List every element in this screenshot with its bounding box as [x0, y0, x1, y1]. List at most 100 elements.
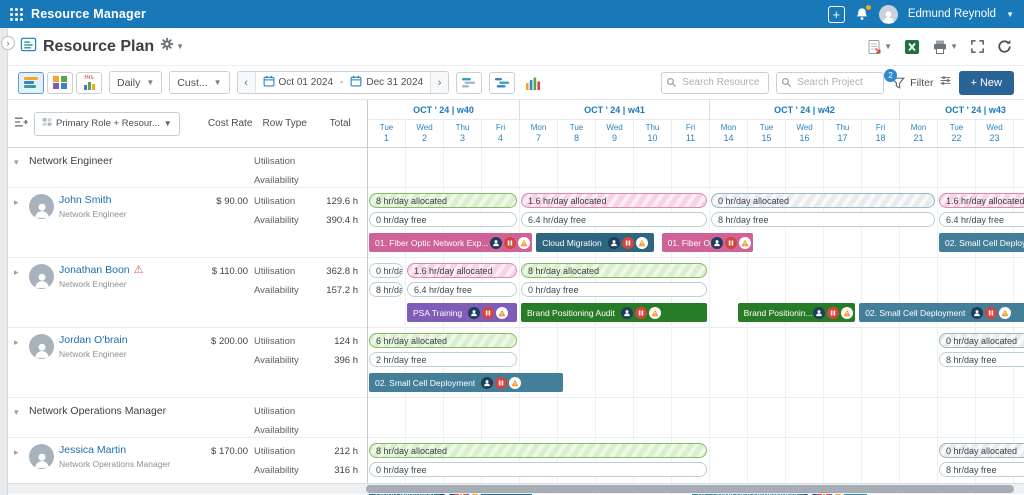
- chevron-down-icon[interactable]: ▼: [176, 42, 184, 51]
- day-header-cell[interactable]: Fri18: [862, 120, 900, 147]
- collapse-icon[interactable]: ▾: [14, 404, 24, 437]
- expand-icon[interactable]: ▸: [14, 264, 24, 327]
- day-header-cell[interactable]: Fri11: [672, 120, 710, 147]
- search-resource-input[interactable]: [661, 72, 769, 94]
- util-bar[interactable]: 8 hr/day allocated: [521, 263, 707, 278]
- chevron-down-icon[interactable]: ▼: [1006, 10, 1014, 19]
- date-from-field[interactable]: Oct 01 2024: [256, 75, 340, 90]
- new-button[interactable]: + New: [959, 71, 1015, 95]
- day-header-cell[interactable]: Thu3: [444, 120, 482, 147]
- project-bar[interactable]: Brand Positioning Audit: [521, 303, 707, 322]
- expand-icon[interactable]: ▸: [14, 334, 24, 397]
- day-header-cell[interactable]: Thu24: [1014, 120, 1024, 147]
- project-bar[interactable]: Brand Positionin...: [738, 303, 856, 322]
- util-bar[interactable]: 1.6 hr/day allocated: [407, 263, 517, 278]
- day-header-cell[interactable]: Wed2: [406, 120, 444, 147]
- avail-bar[interactable]: 2 hr/day free: [369, 352, 517, 367]
- avatar[interactable]: [29, 264, 54, 289]
- avail-bar[interactable]: 6.4 hr/day free: [521, 212, 707, 227]
- resource-name-link[interactable]: John Smith: [59, 194, 112, 206]
- avail-bar[interactable]: 0 hr/day free: [521, 282, 707, 297]
- analytics-chart-icon[interactable]: [522, 72, 544, 94]
- util-bar[interactable]: 6 hr/day allocated: [369, 333, 517, 348]
- expand-icon[interactable]: ▸: [14, 194, 24, 257]
- day-header-cell[interactable]: Mon14: [710, 120, 748, 147]
- split-view-icon[interactable]: [456, 72, 482, 94]
- avail-bar[interactable]: 8 hr/day free: [711, 212, 935, 227]
- day-header-cell[interactable]: Tue15: [748, 120, 786, 147]
- project-bar[interactable]: 02. Small Cell Deploym...: [939, 233, 1024, 252]
- column-header-row-type[interactable]: Row Type: [256, 118, 314, 129]
- quick-add-button[interactable]: +: [828, 6, 845, 23]
- collapse-panel-button[interactable]: ›: [1, 36, 15, 50]
- filter-control[interactable]: 2 Filter: [891, 74, 951, 92]
- project-bar[interactable]: 02. Small Cell Deployment: [369, 373, 563, 392]
- avatar[interactable]: [29, 334, 54, 359]
- day-header-cell[interactable]: Tue8: [558, 120, 596, 147]
- avatar[interactable]: [29, 194, 54, 219]
- apps-grid-icon[interactable]: [10, 8, 23, 21]
- day-header-cell[interactable]: Wed23: [976, 120, 1014, 147]
- notifications-bell-icon[interactable]: [855, 7, 869, 21]
- refresh-button[interactable]: [997, 39, 1012, 54]
- fullscreen-button[interactable]: [970, 39, 985, 54]
- day-header-cell[interactable]: Wed16: [786, 120, 824, 147]
- plan-view-icon[interactable]: [18, 72, 44, 94]
- util-bar[interactable]: 0 hr/day: [369, 263, 403, 278]
- util-bar[interactable]: 0 hr/day allocated: [939, 333, 1024, 348]
- user-avatar[interactable]: [879, 5, 898, 24]
- project-bar[interactable]: Cloud Migration: [536, 233, 654, 252]
- day-header-cell[interactable]: Tue1: [368, 120, 406, 147]
- collapse-icon[interactable]: ▾: [14, 154, 24, 187]
- export-menu-button[interactable]: ▼: [866, 39, 892, 55]
- project-bar[interactable]: 01. Fiber Optic ...: [662, 233, 753, 252]
- horizontal-scrollbar[interactable]: [8, 483, 1024, 494]
- util-bar[interactable]: 0 hr/day allocated: [711, 193, 935, 208]
- project-bar[interactable]: PSA Training: [407, 303, 517, 322]
- expand-rows-icon[interactable]: [14, 115, 28, 133]
- day-header-cell[interactable]: Thu17: [824, 120, 862, 147]
- day-header-cell[interactable]: Thu10: [634, 120, 672, 147]
- avail-bar[interactable]: 6.4 hr/day free: [407, 282, 517, 297]
- print-button[interactable]: ▼: [932, 39, 958, 55]
- heatmap-view-icon[interactable]: [47, 72, 73, 94]
- project-bar[interactable]: 01. Fiber Optic Network Exp...: [369, 233, 532, 252]
- util-bar[interactable]: 1.6 hr/day allocated: [521, 193, 707, 208]
- avail-bar[interactable]: 0 hr/day free: [369, 462, 707, 477]
- date-to-field[interactable]: Dec 31 2024: [343, 75, 430, 90]
- combined-view-icon[interactable]: [489, 72, 515, 94]
- util-bar[interactable]: 1.6 hr/day allocated: [939, 193, 1024, 208]
- day-header-cell[interactable]: Fri4: [482, 120, 520, 147]
- settings-gear-icon[interactable]: [160, 37, 174, 56]
- user-name[interactable]: Edmund Reynold: [908, 8, 996, 20]
- day-header-cell[interactable]: Mon7: [520, 120, 558, 147]
- avail-bar[interactable]: 8 hr/day: [369, 282, 403, 297]
- day-header-cell[interactable]: Mon21: [900, 120, 938, 147]
- project-bar[interactable]: 02. Small Cell Deployment: [859, 303, 1024, 322]
- resource-name-link[interactable]: Jonathan Boon: [59, 264, 130, 276]
- hours-view-icon[interactable]: Hrs: [76, 72, 102, 94]
- filter-settings-icon[interactable]: [939, 74, 952, 92]
- util-bar[interactable]: 8 hr/day allocated: [369, 443, 707, 458]
- avatar[interactable]: [29, 444, 54, 469]
- column-header-total[interactable]: Total: [313, 118, 367, 129]
- next-period-button[interactable]: ›: [430, 72, 448, 93]
- day-header-cell[interactable]: Wed9: [596, 120, 634, 147]
- avail-bar[interactable]: 8 hr/day free: [939, 462, 1024, 477]
- excel-export-button[interactable]: [904, 39, 920, 55]
- avail-bar[interactable]: 6.4 hr/day free: [939, 212, 1024, 227]
- util-bar[interactable]: 0 hr/day allocated: [939, 443, 1024, 458]
- group-by-dropdown[interactable]: Primary Role + Resour... ▼: [34, 112, 180, 136]
- resource-name-link[interactable]: Jordan O'brain: [59, 334, 128, 346]
- search-project-input[interactable]: [776, 72, 884, 94]
- column-header-cost-rate[interactable]: Cost Rate: [204, 118, 256, 129]
- util-bar[interactable]: 8 hr/day allocated: [369, 193, 517, 208]
- granularity-select[interactable]: Daily ▼: [109, 71, 162, 94]
- day-header-cell[interactable]: Tue22: [938, 120, 976, 147]
- scrollbar-thumb[interactable]: [366, 485, 1014, 493]
- prev-period-button[interactable]: ‹: [238, 72, 256, 93]
- avail-bar[interactable]: 0 hr/day free: [369, 212, 517, 227]
- resource-name-link[interactable]: Jessica Martin: [59, 444, 126, 456]
- range-preset-select[interactable]: Cust... ▼: [169, 71, 229, 94]
- avail-bar[interactable]: 8 hr/day free: [939, 352, 1024, 367]
